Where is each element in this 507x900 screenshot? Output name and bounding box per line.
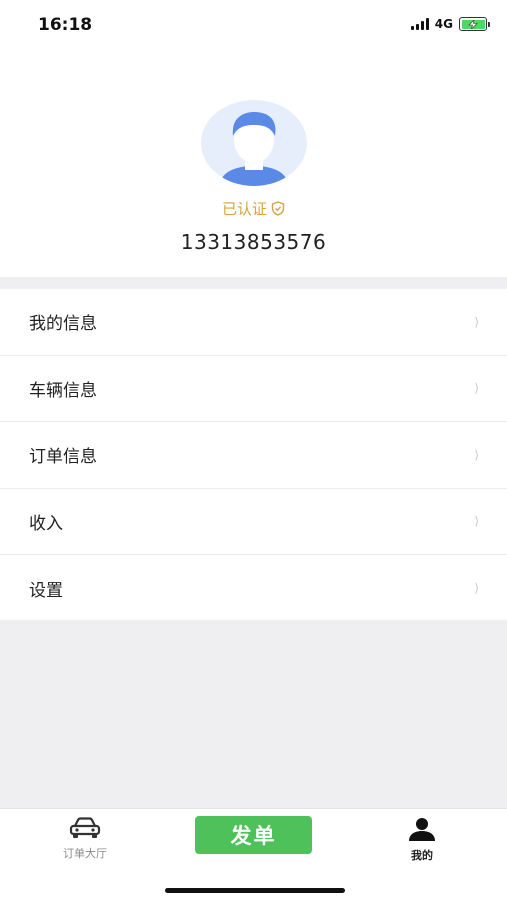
chevron-right-icon: ⟩ [474, 381, 479, 396]
user-avatar-icon[interactable] [201, 100, 307, 186]
shield-check-icon [271, 201, 285, 216]
menu-item-settings[interactable]: 设置 ⟩ [0, 555, 507, 622]
chevron-right-icon: ⟩ [474, 514, 479, 529]
tab-order-hall[interactable]: 订单大厅 [35, 817, 135, 861]
status-indicators: 4G [410, 17, 490, 31]
phone-number: 13313853576 [180, 230, 327, 254]
tab-mine[interactable]: 我的 [372, 817, 472, 863]
chevron-right-icon: ⟩ [474, 314, 479, 329]
empty-background [0, 620, 507, 808]
charging-bolt-icon [468, 19, 478, 29]
home-indicator[interactable] [165, 888, 345, 893]
network-type: 4G [434, 17, 453, 31]
menu-item-label: 车辆信息 [29, 380, 97, 401]
status-bar: 16:18 4G [0, 0, 507, 50]
menu-item-my-info[interactable]: 我的信息 ⟩ [0, 289, 507, 356]
menu-item-label: 订单信息 [29, 447, 97, 468]
menu-item-vehicle-info[interactable]: 车辆信息 ⟩ [0, 355, 507, 422]
verified-label: 已认证 [221, 200, 267, 218]
menu-item-label: 我的信息 [29, 314, 97, 335]
battery-fill [461, 19, 485, 29]
menu-item-order-info[interactable]: 订单信息 ⟩ [0, 422, 507, 489]
tab-bar: 订单大厅 发单 我的 [0, 808, 507, 900]
car-icon [69, 817, 101, 838]
profile-header: 已认证 13313853576 [0, 50, 507, 277]
signal-icon [410, 18, 429, 30]
menu-item-label: 设置 [29, 580, 63, 601]
person-icon [409, 818, 435, 841]
menu-item-label: 收入 [29, 513, 63, 534]
profile-menu: 我的信息 ⟩ 车辆信息 ⟩ 订单信息 ⟩ 收入 ⟩ 设置 ⟩ [0, 289, 507, 622]
tab-order-hall-label: 订单大厅 [63, 847, 107, 860]
chevron-right-icon: ⟩ [474, 581, 479, 596]
status-time: 16:18 [38, 15, 93, 35]
verified-badge: 已认证 [0, 198, 507, 219]
chevron-right-icon: ⟩ [474, 447, 479, 462]
battery-icon [459, 17, 490, 31]
publish-order-button[interactable]: 发单 [195, 816, 312, 854]
menu-item-income[interactable]: 收入 ⟩ [0, 488, 507, 555]
screen: 16:18 4G 已认证 13313853576 我的信息 ⟩ 车辆信息 ⟩ 订… [0, 0, 507, 900]
tab-mine-label: 我的 [411, 849, 433, 862]
section-divider [0, 277, 507, 289]
